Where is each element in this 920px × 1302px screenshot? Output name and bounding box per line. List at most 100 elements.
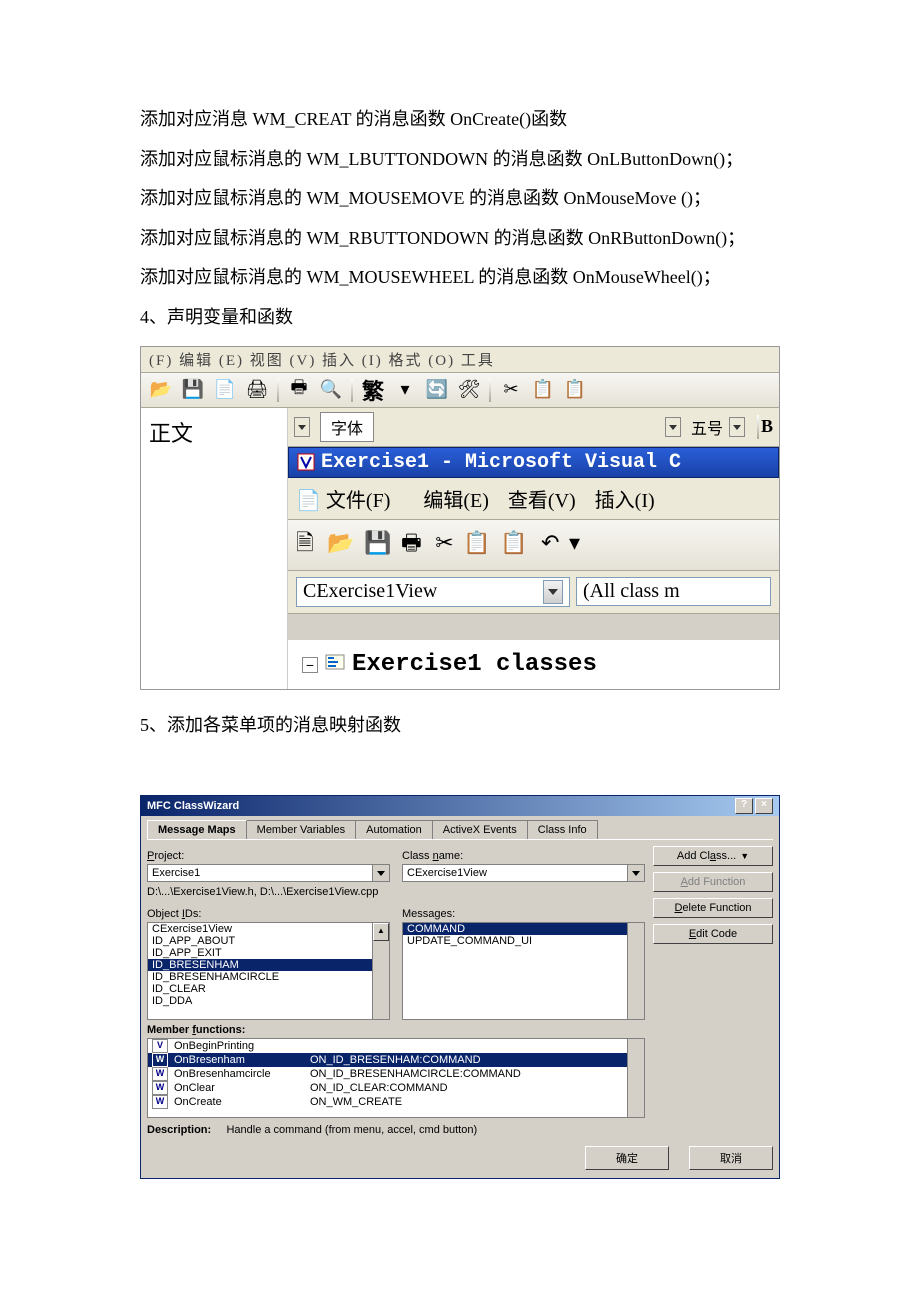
tab-activex-events[interactable]: ActiveX Events (432, 820, 528, 839)
font-name-field[interactable]: 字体 (320, 412, 374, 442)
cut-icon[interactable]: ✂ (435, 530, 455, 555)
list-item[interactable]: WOnBresenhamON_ID_BRESENHAM:COMMAND (148, 1053, 644, 1067)
chevron-down-icon[interactable] (627, 865, 644, 881)
new-icon[interactable]: 🗎 (296, 530, 316, 555)
dropdown-icon[interactable] (729, 417, 745, 437)
list-item[interactable]: ID_APP_EXIT (148, 947, 389, 959)
list-item[interactable]: UPDATE_COMMAND_UI (403, 935, 644, 947)
list-item[interactable]: ID_DDA (148, 995, 389, 1007)
vc-app-icon (297, 453, 315, 471)
tab-member-variables[interactable]: Member Variables (246, 820, 356, 839)
menu-file[interactable]: 📄 文件(F) (296, 490, 404, 512)
project-combo[interactable] (147, 864, 390, 882)
cancel-button[interactable]: 取消 (689, 1146, 773, 1170)
vc-toolbar: 🗎 📂 💾 🖶 ✂ 📋 📋 ↶ ▾ (288, 520, 779, 571)
class-tree[interactable]: − Exercise1 classes (288, 641, 779, 689)
style-value: 正文 (149, 421, 193, 446)
vc-divider (288, 614, 779, 641)
paste-icon[interactable]: 📋 (500, 530, 529, 555)
list-item[interactable]: CExercise1View (148, 923, 389, 935)
tree-collapse-icon[interactable]: − (302, 657, 318, 673)
tools-icon[interactable]: 🛠 (455, 377, 483, 403)
windows-badge-icon: W (152, 1053, 168, 1067)
objectids-listbox[interactable]: CExercise1View ID_APP_ABOUT ID_APP_EXIT … (147, 922, 390, 1020)
cut-icon[interactable]: ✂ (497, 377, 525, 403)
copy-icon[interactable]: 📋 (463, 530, 492, 555)
save-icon[interactable]: 💾 (179, 377, 207, 403)
windows-badge-icon: W (152, 1081, 168, 1095)
translate-icon[interactable]: 繁 (359, 377, 387, 403)
style-dropdown[interactable]: 正文 (141, 408, 288, 689)
chevron-down-icon[interactable] (372, 865, 389, 881)
project-label: Project: (147, 850, 390, 862)
dropdown-icon[interactable] (665, 417, 681, 437)
tab-message-maps[interactable]: Message Maps (147, 820, 247, 839)
help-icon[interactable]: ? (735, 798, 753, 814)
list-item[interactable]: ID_BRESENHAMCIRCLE (148, 971, 389, 983)
list-item[interactable]: WOnCreateON_WM_CREATE (148, 1095, 644, 1109)
add-class-button[interactable]: Add Class...▼ (653, 846, 773, 866)
vc-menubar[interactable]: 📄 文件(F) 编辑(E) 查看(V) 插入(I) (288, 478, 779, 520)
print-preview-icon[interactable]: 🖶 (285, 377, 313, 403)
font-toolbar: 字体 五号 B (288, 408, 779, 447)
windows-badge-icon: W (152, 1067, 168, 1081)
print-icon[interactable]: 🖨 (243, 377, 271, 403)
list-item[interactable]: WOnBresenhamcircleON_ID_BRESENHAMCIRCLE:… (148, 1067, 644, 1081)
copy-icon[interactable]: 📋 (529, 377, 557, 403)
dialog-title: MFC ClassWizard (147, 800, 239, 812)
classname-combo[interactable] (402, 864, 645, 882)
close-icon[interactable]: × (755, 798, 773, 814)
members-combo[interactable]: (All class m (576, 577, 771, 606)
ok-button[interactable]: 确定 (585, 1146, 669, 1170)
memberfunctions-listbox[interactable]: VOnBeginPrinting WOnBresenhamON_ID_BRESE… (147, 1038, 645, 1118)
separator (489, 378, 491, 402)
list-item[interactable]: ID_BRESENHAM (148, 959, 389, 971)
undo-icon[interactable]: ↶ ▾ (541, 530, 582, 555)
windows-badge-icon: W (152, 1095, 168, 1109)
project-value[interactable] (148, 865, 372, 881)
description-label: Description: (147, 1124, 211, 1136)
word-ide-screenshot: (F) 编辑 (E) 视图 (V) 插入 (I) 格式 (O) 工具 📂 💾 📄… (140, 346, 780, 690)
list-item[interactable]: ID_APP_ABOUT (148, 935, 389, 947)
tab-automation[interactable]: Automation (355, 820, 433, 839)
delete-function-button[interactable]: Delete Function (653, 898, 773, 918)
list-item[interactable]: VOnBeginPrinting (148, 1039, 644, 1053)
outer-toolbar: 📂 💾 📄 🖨 🖶 🔍 繁 ▾ 🔄 🛠 ✂ 📋 📋 (141, 373, 779, 408)
open-icon[interactable]: 📂 (147, 377, 175, 403)
list-item[interactable]: ID_CLEAR (148, 983, 389, 995)
font-size-label: 五号 (691, 415, 723, 439)
save-icon[interactable]: 💾 (364, 530, 393, 555)
list-item[interactable]: COMMAND (403, 923, 644, 935)
scrollbar[interactable] (627, 923, 644, 1019)
menu-edit[interactable]: 编辑(E) (423, 490, 489, 512)
new-page-icon[interactable]: 📄 (211, 377, 239, 403)
search-icon[interactable]: 🔍 (317, 377, 345, 403)
paste-icon[interactable]: 📋 (561, 377, 589, 403)
convert-icon[interactable]: 🔄 (423, 377, 451, 403)
bold-icon[interactable]: B (761, 416, 773, 437)
open-icon[interactable]: 📂 (327, 530, 356, 555)
classname-label: Class name: (402, 850, 645, 862)
list-item[interactable]: WOnClearON_ID_CLEAR:COMMAND (148, 1081, 644, 1095)
messages-listbox[interactable]: COMMAND UPDATE_COMMAND_UI (402, 922, 645, 1020)
classname-value[interactable] (403, 865, 627, 881)
separator (277, 378, 279, 402)
edit-code-button[interactable]: Edit Code (653, 924, 773, 944)
menu-insert[interactable]: 插入(I) (595, 490, 655, 512)
vc-class-bar: CExercise1View (All class m (288, 571, 779, 614)
description-row: Description: Handle a command (from menu… (147, 1124, 645, 1136)
chevron-down-icon[interactable]: ▾ (391, 377, 419, 403)
chevron-down-icon[interactable] (543, 580, 563, 604)
tab-class-info[interactable]: Class Info (527, 820, 598, 839)
add-function-button[interactable]: Add Function (653, 872, 773, 892)
class-combo-value: CExercise1View (303, 580, 539, 603)
outer-menubar: (F) 编辑 (E) 视图 (V) 插入 (I) 格式 (O) 工具 (141, 347, 779, 373)
dropdown-icon[interactable] (294, 417, 310, 437)
menu-view[interactable]: 查看(V) (508, 490, 576, 512)
save-all-icon[interactable]: 🖶 (401, 530, 424, 555)
scrollbar[interactable]: ▲ (372, 923, 389, 1019)
vc-title-bar: Exercise1 - Microsoft Visual C (288, 447, 779, 478)
scrollbar[interactable] (627, 1039, 644, 1117)
file-path-text: D:\...\Exercise1View.h, D:\...\Exercise1… (147, 886, 645, 898)
class-combo[interactable]: CExercise1View (296, 577, 570, 607)
